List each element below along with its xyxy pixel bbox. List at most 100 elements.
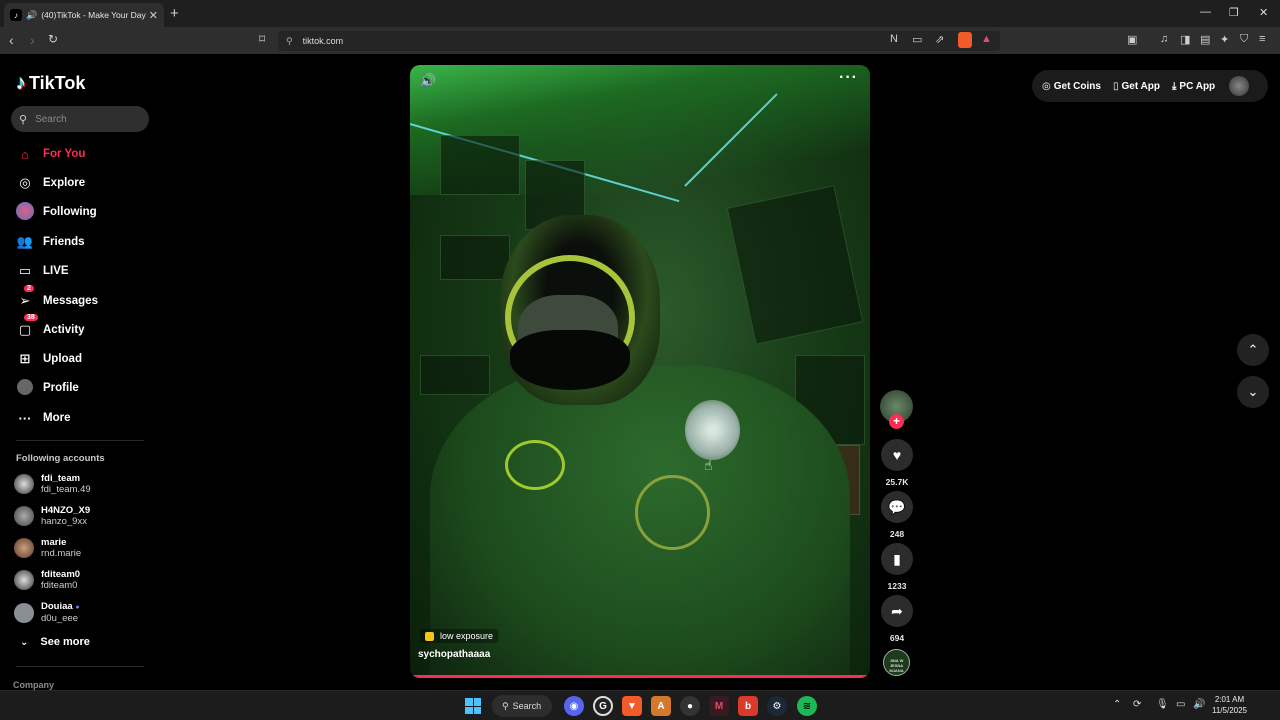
chevron-up-icon: ⌃ (1247, 342, 1259, 357)
nav-label: Following (43, 206, 97, 218)
pc-app-button[interactable]: ⤓ PC App (1172, 81, 1215, 92)
brave-rewards-icon[interactable]: ▲ (981, 33, 992, 45)
split-view-icon[interactable]: ◨ (1180, 33, 1190, 46)
tiktok-logo[interactable]: ♪ TikTok (16, 72, 85, 95)
nav-label: Friends (43, 236, 85, 248)
speaker-icon[interactable]: 🔊 (1193, 699, 1205, 710)
search-icon: ⚲ (19, 113, 28, 126)
network-icon[interactable]: ▭ (1176, 699, 1185, 710)
nav-profile[interactable]: Profile (16, 377, 79, 399)
windows-start-icon[interactable] (465, 698, 481, 714)
translate-icon[interactable]: N (890, 33, 898, 45)
account-handle: d0u_eee (41, 613, 78, 624)
nav-messages[interactable]: ➢ 2 Messages (16, 285, 98, 312)
discord-icon[interactable]: ◉ (564, 696, 584, 716)
nav-following[interactable]: Following (16, 201, 97, 223)
bookmark-icon[interactable]: ⌑ (259, 32, 265, 46)
tray-overflow-icon[interactable]: ⌃ (1113, 699, 1121, 710)
music-disc[interactable]: JINA W JESNA MJANA (883, 649, 910, 676)
spotify-icon[interactable]: ≋ (797, 696, 817, 716)
volume-icon[interactable]: 🔊 (420, 73, 436, 89)
effect-tag[interactable]: low exposure (420, 629, 499, 643)
video-progress-bar[interactable] (410, 675, 870, 678)
system-clock[interactable]: 2:01 AM 11/5/2025 (1212, 694, 1247, 716)
share-icon[interactable]: ⇗ (935, 33, 944, 46)
obs-icon[interactable]: ● (680, 696, 700, 716)
more-options-icon[interactable]: ··· (839, 69, 858, 87)
following-account[interactable]: H4NZO_X9 hanzo_9xx (14, 505, 90, 527)
brave-shields-icon[interactable] (958, 32, 972, 48)
following-account[interactable]: Douiaa ● d0u_eee (14, 601, 80, 624)
sidebar-toggle-icon[interactable]: ▣ (1127, 33, 1137, 46)
following-account[interactable]: marie rnd.marie (14, 537, 81, 559)
comment-icon[interactable]: 💬 (881, 491, 913, 523)
share-action[interactable]: ➦ 694 (880, 595, 914, 643)
app-b-icon[interactable]: b (738, 696, 758, 716)
account-handle: rnd.marie (41, 548, 82, 559)
get-coins-button[interactable]: ◎ Get Coins (1042, 81, 1101, 92)
cast-icon[interactable]: ▭ (912, 33, 922, 46)
following-account[interactable]: fditeam0 fditeam0 (14, 569, 80, 591)
microphone-icon[interactable]: 🎙 (1156, 699, 1169, 710)
reload-button[interactable]: ↻ (48, 32, 58, 46)
nav-friends[interactable]: 👥 Friends (16, 231, 85, 253)
see-more-button[interactable]: ⌄ See more (20, 636, 90, 648)
nav-explore[interactable]: ◎ Explore (16, 172, 85, 194)
company-link[interactable]: Company (13, 680, 54, 690)
music-icon[interactable]: ♫ (1160, 33, 1168, 45)
nav-activity[interactable]: ▢ 38 Activity (16, 314, 85, 341)
steam-icon[interactable]: ⚙ (767, 696, 787, 716)
minimize-button[interactable]: — (1200, 6, 1211, 18)
video-author[interactable]: sychopathaaaa (418, 649, 490, 660)
get-app-button[interactable]: ▯ Get App (1113, 81, 1160, 92)
messages-badge: 2 (24, 285, 34, 292)
taskbar-search-label: Search (512, 701, 542, 711)
forward-button[interactable]: › (30, 32, 35, 48)
tab-audio-icon[interactable]: 🔊 (26, 10, 37, 21)
sync-icon[interactable]: ⟳ (1133, 699, 1141, 710)
avatar (14, 602, 34, 623)
clock-time: 2:01 AM (1214, 695, 1245, 704)
browser-menu-icon[interactable]: ≡ (1259, 33, 1265, 45)
browser-tab[interactable]: ♪ 🔊 (40)TikTok - Make Your Day ✕ (4, 3, 164, 27)
vpn-icon[interactable]: ⛉ (1240, 33, 1248, 46)
close-tab-icon[interactable]: ✕ (149, 9, 158, 22)
back-button[interactable]: ‹ (9, 32, 14, 48)
user-avatar[interactable] (1229, 76, 1250, 96)
new-tab-button[interactable]: + (170, 5, 179, 22)
like-action[interactable]: ♥ 25.7K (880, 439, 914, 487)
video-light-flare (685, 400, 740, 460)
app-g-icon[interactable]: G (593, 696, 613, 716)
share-arrow-icon[interactable]: ➦ (881, 595, 913, 627)
restore-button[interactable]: ❐ (1229, 6, 1239, 19)
nav-more[interactable]: ··· More (16, 407, 71, 429)
account-handle: fdi_team.49 (41, 484, 91, 495)
leo-ai-icon[interactable]: ✦ (1220, 33, 1229, 46)
nav-label: Upload (43, 353, 82, 365)
search-input[interactable]: ⚲ Search (11, 106, 149, 132)
video-poster (440, 135, 520, 195)
next-video-button[interactable]: ⌄ (1237, 376, 1269, 408)
heart-icon[interactable]: ♥ (881, 439, 913, 471)
video-poster (420, 355, 490, 395)
taskbar-search[interactable]: ⚲ Search (492, 695, 552, 717)
previous-video-button[interactable]: ⌃ (1237, 334, 1269, 366)
bookmark-icon[interactable]: ▮ (881, 543, 913, 575)
save-action[interactable]: ▮ 1233 (880, 543, 914, 591)
video-player[interactable]: 🔊 ··· low exposure sychopathaaaa (410, 65, 870, 678)
nav-for-you[interactable]: ⌂ For You (16, 143, 85, 165)
comment-action[interactable]: 💬 248 (880, 491, 914, 539)
nav-upload[interactable]: ⊞ Upload (16, 348, 82, 370)
app-m-icon[interactable]: M (709, 696, 729, 716)
brave-browser-icon[interactable]: ▼ (622, 696, 642, 716)
nav-live[interactable]: ▭ LIVE (16, 260, 69, 282)
app-a-icon[interactable]: A (651, 696, 671, 716)
activity-badge: 38 (24, 314, 38, 321)
follow-button[interactable]: + (889, 414, 904, 429)
wallet-icon[interactable]: ▤ (1200, 33, 1210, 46)
close-window-button[interactable]: ✕ (1259, 6, 1268, 19)
clock-date: 11/5/2025 (1212, 706, 1247, 715)
account-name: marie (41, 537, 67, 548)
following-account[interactable]: fdi_team fdi_team.49 (14, 473, 91, 495)
site-info-icon[interactable]: ⚲ (286, 36, 293, 47)
